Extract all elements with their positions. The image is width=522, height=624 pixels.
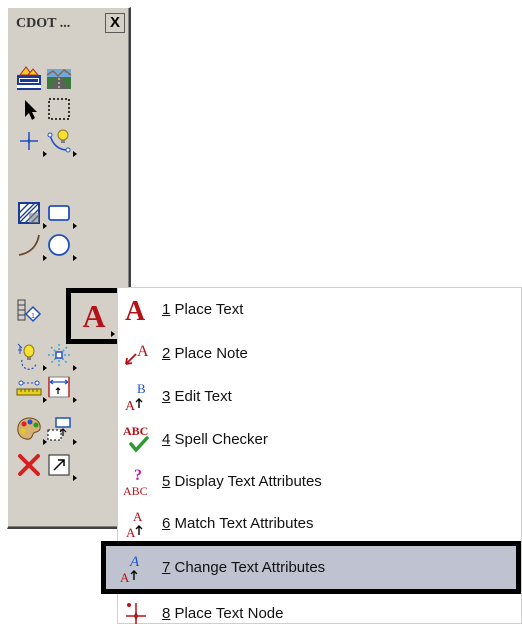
cell-placement-icon[interactable]: 1 xyxy=(16,298,42,324)
submenu-arrow-icon xyxy=(73,397,77,403)
menu-item-label: Place Text xyxy=(170,301,244,318)
menu-item-label: Place Note xyxy=(170,345,248,362)
edit-text-b-glyph: B xyxy=(137,381,146,396)
submenu-arrow-icon xyxy=(73,365,77,371)
menu-item-edit-text[interactable]: B A 3 Edit Text xyxy=(118,376,522,417)
burst-snap-icon[interactable] xyxy=(46,342,77,371)
menu-item-place-note[interactable]: A 2 Place Note xyxy=(118,333,522,374)
display-text-glyph: ABC xyxy=(123,484,148,498)
place-text-node-icon xyxy=(123,597,153,624)
change-text-top-glyph: A xyxy=(129,554,140,570)
menu-item-place-text-node[interactable]: 8 Place Text Node xyxy=(118,593,522,624)
spell-checker-icon: ABC xyxy=(123,423,153,456)
menu-item-label: Display Text Attributes xyxy=(170,473,322,490)
road-image-icon[interactable] xyxy=(46,66,72,92)
change-text-bottom-glyph: A xyxy=(120,570,130,585)
submenu-arrow-icon xyxy=(111,331,115,337)
query-mark-glyph: ? xyxy=(134,467,142,484)
text-tool-button[interactable]: A xyxy=(66,288,122,344)
cdot-logo-icon[interactable] xyxy=(16,66,42,92)
text-tool-icon: A xyxy=(82,298,106,334)
change-text-attributes-icon: A A xyxy=(119,552,149,585)
close-button[interactable]: X xyxy=(105,13,125,33)
menu-item-display-text-attributes[interactable]: ? ABC 5 Display Text Attributes xyxy=(118,461,522,502)
match-text-top-glyph: A xyxy=(133,509,143,524)
fence-select-icon[interactable] xyxy=(46,96,72,122)
submenu-arrow-icon xyxy=(73,223,77,229)
menu-item-match-text-attributes[interactable]: A A 6 Match Text Attributes xyxy=(118,503,522,544)
circle-tool-icon[interactable] xyxy=(46,232,77,261)
select-arrow-icon[interactable] xyxy=(16,96,42,122)
submenu-arrow-icon xyxy=(73,439,77,445)
palette-titlebar[interactable]: CDOT ... X xyxy=(14,13,126,35)
menu-item-change-text-attributes[interactable]: A A 7 Change Text Attributes xyxy=(101,541,521,594)
menu-item-label: Spell Checker xyxy=(170,431,268,448)
submenu-arrow-icon xyxy=(73,255,77,261)
group-tool-icon[interactable] xyxy=(46,416,77,445)
submenu-arrow-icon xyxy=(73,151,77,157)
lightbulb-curve-icon[interactable] xyxy=(46,128,77,157)
menu-item-label: Change Text Attributes xyxy=(170,559,326,576)
delete-x-icon[interactable] xyxy=(16,452,42,478)
dimension-tool-icon[interactable] xyxy=(46,374,77,403)
point-tool-icon[interactable] xyxy=(16,128,47,157)
hatch-pattern-icon[interactable] xyxy=(16,200,47,229)
palette-title: CDOT ... xyxy=(16,16,71,31)
place-note-icon: A xyxy=(123,337,153,370)
rectangle-tool-icon[interactable] xyxy=(46,200,77,229)
fit-view-icon[interactable] xyxy=(46,452,77,481)
place-note-glyph: A xyxy=(137,343,149,360)
arc-tool-icon[interactable] xyxy=(16,232,47,261)
match-text-bottom-glyph: A xyxy=(126,525,136,540)
match-text-attributes-icon: A A xyxy=(123,507,153,540)
menu-item-label: Match Text Attributes xyxy=(170,515,314,532)
menu-item-spell-checker[interactable]: ABC 4 Spell Checker xyxy=(118,419,522,460)
spell-checker-glyph: ABC xyxy=(123,424,148,438)
display-text-attributes-icon: ? ABC xyxy=(123,465,153,498)
menu-item-place-text[interactable]: A 1 Place Text xyxy=(118,289,522,330)
measure-distance-icon[interactable] xyxy=(16,374,47,403)
submenu-arrow-icon xyxy=(73,475,77,481)
svg-text:1: 1 xyxy=(31,313,35,320)
place-text-glyph: A xyxy=(125,296,146,326)
edit-text-a-glyph: A xyxy=(125,399,136,413)
menu-item-label: Place Text Node xyxy=(170,605,284,622)
menu-item-label: Edit Text xyxy=(170,388,232,405)
place-text-icon: A xyxy=(123,293,153,327)
tentative-snap-icon[interactable] xyxy=(16,342,47,371)
text-tools-menu: A 1 Place Text A 2 Place Note B A 3 Edit… xyxy=(101,287,522,624)
tool-palette: CDOT ... X 1 A xyxy=(7,7,131,529)
palette-icon[interactable] xyxy=(16,416,47,445)
edit-text-icon: B A xyxy=(123,380,153,414)
